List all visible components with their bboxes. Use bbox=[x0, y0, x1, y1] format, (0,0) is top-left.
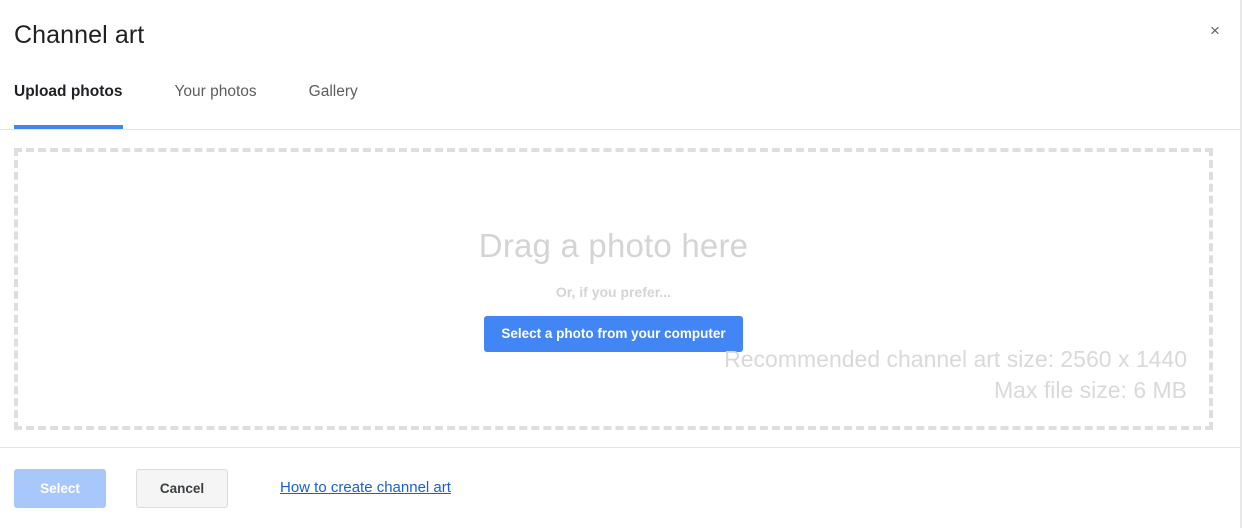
dialog-body: Drag a photo here Or, if you prefer... S… bbox=[0, 130, 1240, 447]
tab-upload-photos[interactable]: Upload photos bbox=[14, 83, 123, 129]
tab-gallery[interactable]: Gallery bbox=[309, 83, 358, 129]
max-file-size-hint: Max file size: 6 MB bbox=[994, 377, 1187, 403]
dropzone-hints: Recommended channel art size: 2560 x 144… bbox=[724, 344, 1187, 406]
tab-your-photos[interactable]: Your photos bbox=[175, 83, 257, 129]
close-icon[interactable]: × bbox=[1204, 20, 1226, 42]
or-if-you-prefer-text: Or, if you prefer... bbox=[555, 284, 672, 300]
drag-photo-headline: Drag a photo here bbox=[478, 227, 749, 264]
tab-bar: Upload photos Your photos Gallery bbox=[0, 70, 1240, 130]
channel-art-dialog: Channel art × Upload photos Your photos … bbox=[0, 0, 1242, 528]
page-title: Channel art bbox=[14, 21, 145, 49]
dialog-header: Channel art × bbox=[0, 0, 1240, 70]
select-photo-from-computer-button[interactable]: Select a photo from your computer bbox=[484, 316, 743, 352]
photo-dropzone[interactable]: Drag a photo here Or, if you prefer... S… bbox=[14, 148, 1213, 430]
recommended-size-hint: Recommended channel art size: 2560 x 144… bbox=[724, 346, 1187, 372]
dropzone-center-content: Drag a photo here Or, if you prefer... S… bbox=[18, 226, 1209, 352]
tab-list: Upload photos Your photos Gallery bbox=[14, 70, 410, 129]
select-button[interactable]: Select bbox=[14, 468, 106, 508]
cancel-button[interactable]: Cancel bbox=[136, 468, 228, 508]
dialog-footer: Select Cancel How to create channel art bbox=[0, 447, 1240, 528]
how-to-create-channel-art-link[interactable]: How to create channel art bbox=[280, 479, 451, 497]
